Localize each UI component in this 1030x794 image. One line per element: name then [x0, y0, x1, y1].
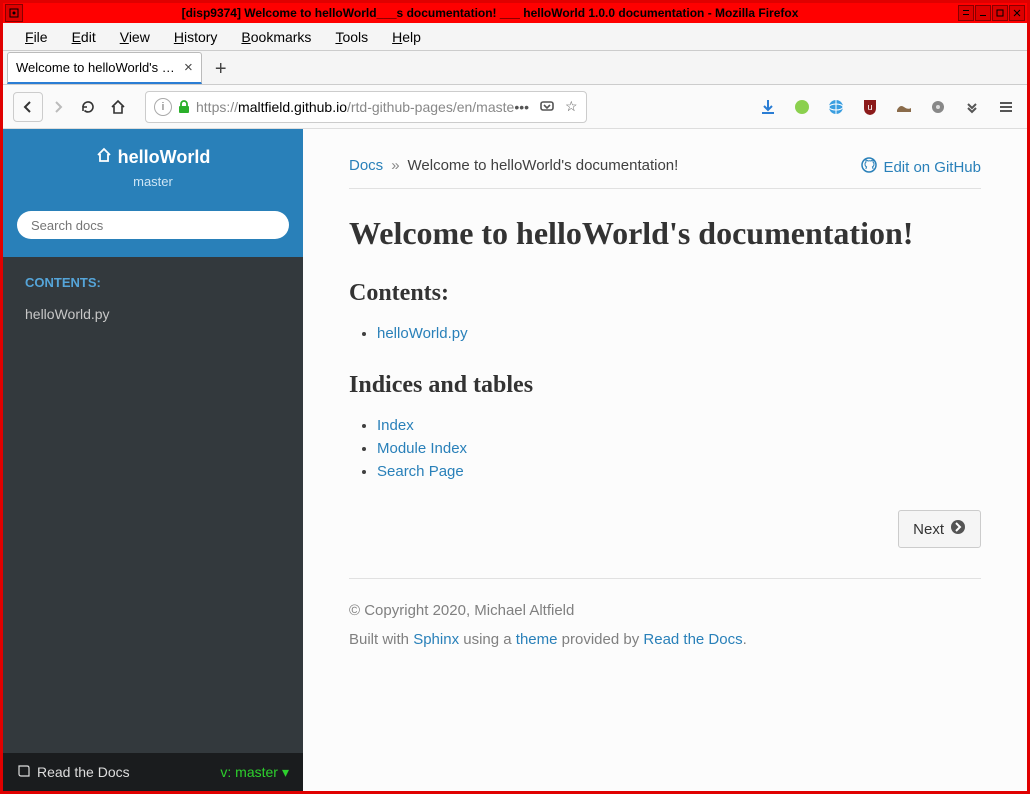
version-selector[interactable]: v: master ▾: [220, 764, 289, 781]
breadcrumb-current: Welcome to helloWorld's documentation!: [408, 157, 679, 174]
rtd-link-footer[interactable]: Read the Docs: [643, 631, 742, 648]
downloads-icon[interactable]: [757, 96, 779, 118]
contents-list: helloWorld.py: [349, 325, 981, 342]
tab-title: Welcome to helloWorld's documentation!: [16, 60, 176, 75]
navbar: i https://maltfield.github.io/rtd-github…: [3, 85, 1027, 129]
forward-button[interactable]: [43, 92, 73, 122]
meatball-icon[interactable]: •••: [514, 99, 529, 115]
app-icon: [5, 4, 23, 22]
window-minimize-button[interactable]: [975, 5, 991, 21]
footer: © Copyright 2020, Michael Altfield Built…: [349, 578, 981, 654]
bookmark-star-icon[interactable]: ☆: [565, 98, 578, 115]
menu-edit[interactable]: Edit: [60, 25, 108, 49]
menu-bookmarks[interactable]: Bookmarks: [229, 25, 323, 49]
window-title: [disp9374] Welcome to helloWorld___s doc…: [23, 6, 957, 20]
version-label: master: [13, 174, 293, 189]
rtd-link[interactable]: Read the Docs: [17, 764, 130, 781]
menu-help[interactable]: Help: [380, 25, 433, 49]
pocket-icon[interactable]: [539, 99, 555, 115]
indices-heading: Indices and tables: [349, 372, 981, 399]
ublock-icon[interactable]: u: [859, 96, 881, 118]
lock-icon: [178, 100, 190, 114]
site-info-icon[interactable]: i: [154, 98, 172, 116]
main-content: Docs » Welcome to helloWorld's documenta…: [303, 129, 1027, 791]
back-button[interactable]: [13, 92, 43, 122]
url-bar[interactable]: i https://maltfield.github.io/rtd-github…: [145, 91, 587, 123]
breadcrumb-docs-link[interactable]: Docs: [349, 157, 383, 174]
overflow-icon[interactable]: [961, 96, 983, 118]
window-titlebar: [disp9374] Welcome to helloWorld___s doc…: [3, 3, 1027, 23]
window-close-button[interactable]: [1009, 5, 1025, 21]
contents-link-helloworld[interactable]: helloWorld.py: [377, 325, 468, 342]
sidebar: helloWorld master CONTENTS: helloWorld.p…: [3, 129, 303, 791]
arrow-right-circle-icon: [950, 519, 966, 539]
ext-green-icon[interactable]: [791, 96, 813, 118]
indices-link-index[interactable]: Index: [377, 417, 414, 434]
home-icon: [96, 147, 112, 168]
window-shade-button[interactable]: [958, 5, 974, 21]
menu-view[interactable]: View: [108, 25, 162, 49]
ext-shoe-icon[interactable]: [893, 96, 915, 118]
page-title: Welcome to helloWorld's documentation!: [349, 215, 981, 252]
ext-gear-icon[interactable]: [927, 96, 949, 118]
sidebar-item-helloworld[interactable]: helloWorld.py: [3, 298, 303, 330]
divider: [349, 188, 981, 189]
new-tab-button[interactable]: +: [206, 54, 236, 84]
edit-on-github-link[interactable]: Edit on GitHub: [861, 157, 981, 177]
window-maximize-button[interactable]: [992, 5, 1008, 21]
project-title[interactable]: helloWorld: [96, 147, 211, 168]
svg-text:u: u: [867, 102, 872, 112]
menu-file[interactable]: File: [13, 25, 60, 49]
sidebar-section-heading: CONTENTS:: [3, 257, 303, 298]
caret-down-icon: ▾: [282, 764, 289, 781]
book-icon: [17, 764, 31, 781]
menu-history[interactable]: History: [162, 25, 230, 49]
tabbar: Welcome to helloWorld's documentation! ×…: [3, 51, 1027, 85]
indices-link-search[interactable]: Search Page: [377, 463, 464, 480]
menubar: File Edit View History Bookmarks Tools H…: [3, 23, 1027, 51]
home-button[interactable]: [103, 92, 133, 122]
reload-button[interactable]: [73, 92, 103, 122]
indices-link-module-index[interactable]: Module Index: [377, 440, 467, 457]
hamburger-menu-icon[interactable]: [995, 96, 1017, 118]
theme-link[interactable]: theme: [516, 631, 558, 648]
next-button[interactable]: Next: [898, 510, 981, 548]
menu-tools[interactable]: Tools: [323, 25, 380, 49]
github-icon: [861, 157, 877, 177]
browser-tab[interactable]: Welcome to helloWorld's documentation! ×: [7, 52, 202, 84]
builtwith-text: Built with Sphinx using a theme provided…: [349, 626, 981, 655]
tab-close-icon[interactable]: ×: [184, 59, 193, 76]
sidebar-footer: Read the Docs v: master ▾: [3, 753, 303, 791]
sphinx-link[interactable]: Sphinx: [413, 631, 459, 648]
breadcrumb-separator: »: [391, 157, 399, 174]
search-input[interactable]: [17, 211, 289, 239]
url-text: https://maltfield.github.io/rtd-github-p…: [196, 99, 514, 115]
copyright-text: © Copyright 2020, Michael Altfield: [349, 597, 981, 626]
indices-list: Index Module Index Search Page: [349, 417, 981, 480]
ext-globe-icon[interactable]: [825, 96, 847, 118]
contents-heading: Contents:: [349, 280, 981, 307]
